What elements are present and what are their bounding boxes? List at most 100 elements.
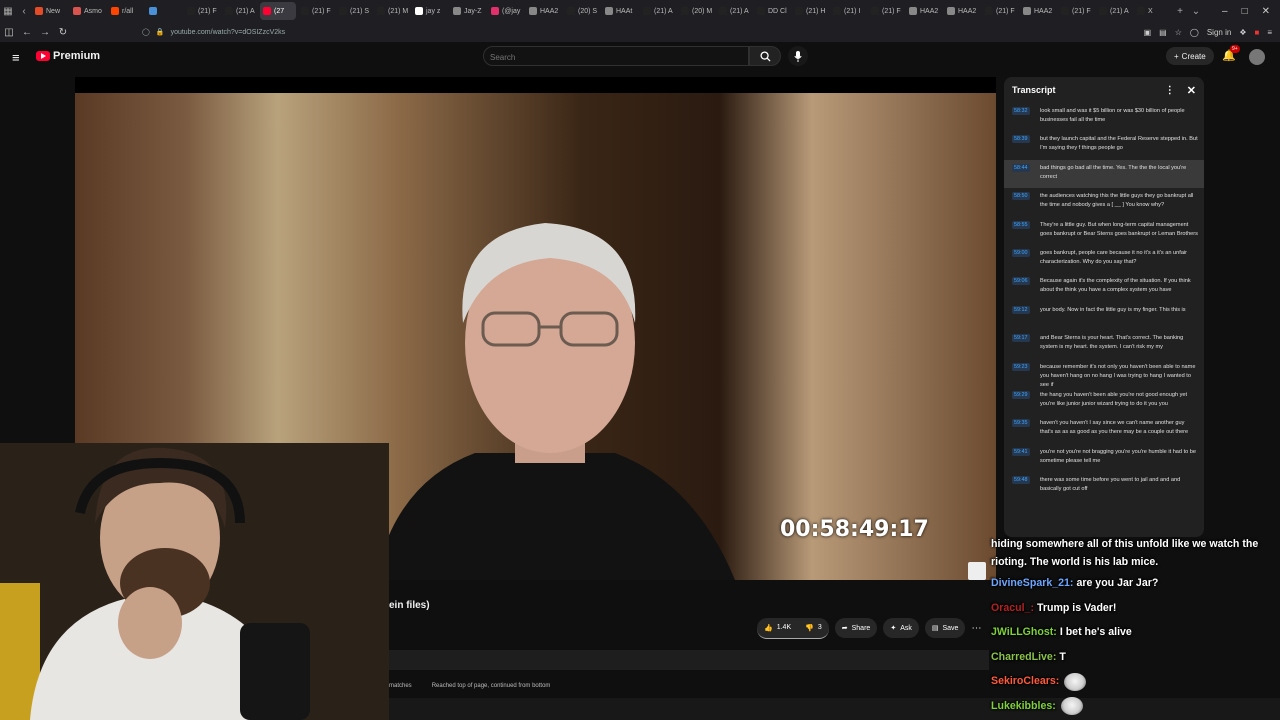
browser-tab[interactable]: (21) F (982, 2, 1018, 20)
transcript-segment[interactable]: 59:41 you're not you're not bragging you'… (1004, 444, 1204, 472)
browser-tab[interactable]: (20) S (564, 2, 600, 20)
reload-icon[interactable]: ↻ (54, 27, 72, 38)
user-avatar[interactable] (1249, 49, 1265, 65)
transcript-options-icon[interactable]: ⋮ (1165, 85, 1175, 96)
transcript-segment[interactable]: 59:48 there was some time before you went… (1004, 472, 1204, 500)
create-button[interactable]: + Create (1166, 47, 1214, 65)
browser-tab[interactable]: (@jay (488, 2, 524, 20)
transcript-segment[interactable]: 58:32 look small and was it $5 billion or… (1004, 103, 1204, 131)
chat-username: SekiroClears: (991, 675, 1060, 688)
transcript-segment[interactable]: 59:00 goes bankrupt, people care because … (1004, 245, 1204, 273)
tab-back-icon[interactable]: ‹ (16, 0, 32, 22)
youtube-premium-logo[interactable]: Premium (36, 50, 100, 62)
browser-tab[interactable]: jay z (412, 2, 448, 20)
back-arrow-icon[interactable]: ← (18, 27, 36, 38)
browser-tab[interactable]: (21) F (1058, 2, 1094, 20)
transcript-segment[interactable]: 58:44 bad things go bad all the time. Yes… (1004, 159, 1204, 189)
browser-tab[interactable]: HAA2 (906, 2, 942, 20)
extension-badge-icon[interactable]: ■ (1254, 28, 1259, 37)
account-icon[interactable]: ◯ (1190, 28, 1199, 37)
minimize-icon[interactable]: – (1222, 6, 1228, 17)
transcript-segment[interactable]: 58:50 the audiences watching this the lit… (1004, 188, 1204, 216)
tab-favicon-icon (1137, 7, 1145, 15)
picture-in-picture-icon[interactable]: ▣ (1144, 28, 1152, 37)
tab-label: (21) S (350, 7, 370, 15)
close-window-icon[interactable]: ✕ (1262, 6, 1270, 17)
browser-tab[interactable]: (21) M (374, 2, 410, 20)
browser-tab[interactable]: (21) I (830, 2, 866, 20)
transcript-text: They're a little guy. But when long-term… (1040, 221, 1198, 237)
tab-favicon-icon (757, 7, 765, 15)
dislike-button[interactable]: 👎 3 (798, 618, 829, 638)
close-icon[interactable]: ✕ (1187, 84, 1196, 97)
browser-menu-icon[interactable]: ≡ (1267, 28, 1272, 37)
transcript-segment[interactable]: 59:23 because remember it's not only you … (1004, 359, 1204, 388)
transcript-text: goes bankrupt, people care because it no… (1040, 249, 1188, 265)
browser-tab[interactable]: New (32, 2, 68, 20)
ask-button[interactable]: ✦ Ask (883, 618, 919, 638)
transcript-segment[interactable]: 59:12 your body. Now in fact the little g… (1004, 302, 1204, 330)
url-field[interactable]: ◯ 🔒 youtube.com/watch?v=dOSIZzcV2ks (142, 25, 285, 39)
tab-favicon-icon (643, 7, 651, 15)
forward-arrow-icon[interactable]: → (36, 27, 54, 38)
browser-tab[interactable]: (21) A (222, 2, 258, 20)
tab-label: (21) A (236, 7, 255, 15)
browser-tab[interactable]: X (1134, 2, 1170, 20)
chat-username: Oracul_: (991, 601, 1034, 614)
chat-username: JWiLLGhost: (991, 626, 1057, 639)
bookmark-star-icon[interactable]: ☆ (1175, 28, 1182, 37)
transcript-segment[interactable]: 58:55 They're a little guy. But when long… (1004, 217, 1204, 245)
browser-tab[interactable]: HAA2 (944, 2, 980, 20)
save-button[interactable]: ▤ Save (924, 618, 966, 638)
transcript-segment[interactable]: 59:17 and Bear Sterns is your heart. That… (1004, 330, 1204, 358)
new-tab-button[interactable]: + (1172, 0, 1188, 22)
search-button[interactable] (749, 46, 781, 66)
browser-tab[interactable]: (21) F (184, 2, 220, 20)
signin-label[interactable]: Sign in (1207, 28, 1231, 37)
browser-tab[interactable]: (27 (260, 2, 296, 20)
tab-label: (21) H (806, 7, 826, 15)
browser-tab[interactable]: HAA2 (526, 2, 562, 20)
transcript-segment[interactable]: 59:35 haven't you haven't I say since we … (1004, 415, 1204, 443)
browser-tab[interactable]: HAA2 (1020, 2, 1056, 20)
search-input[interactable] (484, 47, 732, 68)
address-bar-actions: ▣ ▤ ☆ ◯ Sign in ❖ ■ ≡ (1144, 28, 1280, 37)
browser-tab[interactable]: DD Cl (754, 2, 790, 20)
browser-tab[interactable]: (21) A (716, 2, 752, 20)
tab-sidebar-icon[interactable]: ▦ (0, 0, 16, 22)
hamburger-menu-icon[interactable]: ≡ (12, 50, 20, 65)
tab-list: New Asmo r/all (21) F (21) A (27 (21) F (21) S (… (32, 2, 1172, 20)
reader-mode-icon[interactable]: ▤ (1159, 28, 1167, 37)
browser-tab[interactable]: (21) A (1096, 2, 1132, 20)
browser-tab[interactable]: Jay-Z (450, 2, 486, 20)
transcript-segment[interactable]: 59:06 Because again it's the complexity o… (1004, 273, 1204, 301)
voice-search-button[interactable] (788, 46, 808, 66)
like-button[interactable]: 👍 1.4K (757, 618, 798, 638)
chat-message-continuation: hiding somewhere all of this unfold like… (991, 538, 1259, 568)
browser-tab[interactable]: (21) F (868, 2, 904, 20)
extensions-icon[interactable]: ❖ (1239, 28, 1246, 37)
browser-tab[interactable]: (21) A (640, 2, 676, 20)
maximize-icon[interactable]: □ (1242, 6, 1248, 17)
chat-emote-icon (1064, 672, 1087, 691)
browser-tab[interactable]: (21) H (792, 2, 828, 20)
browser-tab[interactable]: r/all (108, 2, 144, 20)
more-actions-icon[interactable]: ⋯ (971, 623, 985, 634)
transcript-segment[interactable]: 59:29 the hang you haven't been able you'… (1004, 387, 1204, 415)
sidebar-toggle-icon[interactable]: ◫ (0, 27, 18, 38)
share-button[interactable]: ➦ Share (834, 618, 878, 638)
tab-favicon-icon (529, 7, 537, 15)
browser-tab[interactable]: Asmo (70, 2, 106, 20)
browser-tab[interactable]: (21) S (336, 2, 372, 20)
transcript-segment[interactable]: 58:39 but they launch capital and the Fed… (1004, 131, 1204, 159)
browser-tab[interactable]: (20) M (678, 2, 714, 20)
tab-favicon-icon (605, 7, 613, 15)
browser-tab[interactable] (146, 2, 182, 20)
tab-list-dropdown-icon[interactable]: ⌄ (1188, 0, 1204, 22)
channel-watermark-icon[interactable] (968, 562, 986, 580)
tab-favicon-icon (377, 7, 385, 15)
search-icon (759, 50, 771, 62)
browser-tab[interactable]: (21) F (298, 2, 334, 20)
tab-favicon-icon (111, 7, 119, 15)
browser-tab[interactable]: HAAt (602, 2, 638, 20)
